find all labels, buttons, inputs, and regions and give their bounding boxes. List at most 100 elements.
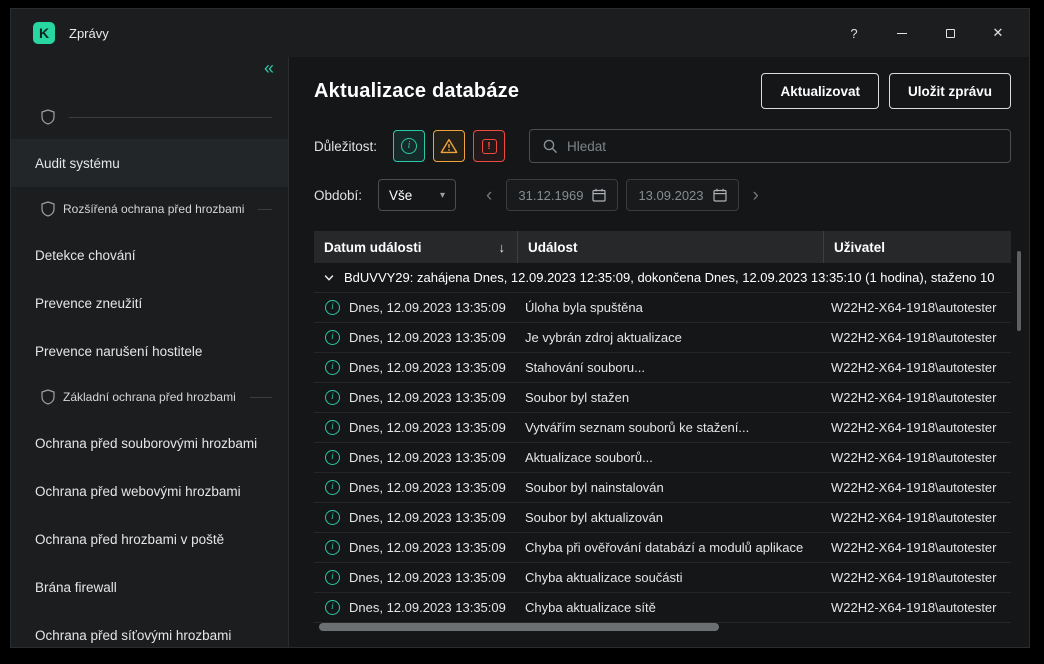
cell-event: Soubor byl stažen: [517, 383, 823, 412]
critical-icon: !: [482, 139, 497, 154]
info-icon: i: [325, 300, 340, 315]
table-row[interactable]: iDnes, 12.09.2023 13:35:09 Stahování soub…: [314, 353, 1011, 383]
date-from-field[interactable]: 31.12.1969: [506, 179, 618, 211]
table-row[interactable]: iDnes, 12.09.2023 13:35:09Chyba aktualiz…: [314, 593, 1011, 623]
cell-user: W22H2-X64-1918\autotester: [823, 533, 1011, 562]
column-header-date[interactable]: Datum události ↓: [314, 231, 517, 263]
search-input[interactable]: [567, 139, 998, 154]
search-icon: [542, 138, 558, 154]
table-body: iDnes, 12.09.2023 13:35:09Úloha byla spu…: [314, 293, 1011, 623]
table-row[interactable]: iDnes, 12.09.2023 13:35:09Aktualizace so…: [314, 443, 1011, 473]
cell-event: Chyba při ověřování databází a modulů ap…: [517, 533, 823, 562]
info-icon: i: [325, 510, 340, 525]
cell-date: iDnes, 12.09.2023 13:35:09: [314, 323, 517, 352]
cell-date: iDnes, 12.09.2023 13:35:09: [314, 443, 517, 472]
period-select[interactable]: Vše ▾: [378, 179, 456, 211]
event-user: W22H2-X64-1918\autotester: [831, 360, 996, 375]
cell-date: iDnes, 12.09.2023 13:35:09: [314, 593, 517, 622]
sidebar-item[interactable]: Ochrana před souborovými hrozbami: [11, 419, 288, 467]
event-user: W22H2-X64-1918\autotester: [831, 420, 996, 435]
cell-date: iDnes, 12.09.2023 13:35:09: [314, 293, 517, 322]
sidebar-item-label: Detekce chování: [35, 248, 136, 263]
app-window: K Zprávy ? ✕ « Audit systémuRozšířená oc…: [10, 8, 1030, 648]
close-button[interactable]: ✕: [983, 18, 1013, 48]
save-report-button[interactable]: Uložit zprávu: [889, 73, 1011, 109]
cell-event: Soubor byl nainstalován: [517, 473, 823, 502]
maximize-icon: [946, 29, 955, 38]
event-date: Dnes, 12.09.2023 13:35:09: [349, 330, 506, 345]
table-row[interactable]: iDnes, 12.09.2023 13:35:09Vytvářím sezna…: [314, 413, 1011, 443]
sidebar-item[interactable]: Detekce chování: [11, 231, 288, 279]
event-description: Soubor byl aktualizován: [525, 510, 663, 525]
column-header-date-label: Datum události: [324, 240, 422, 255]
sidebar-item[interactable]: Ochrana před síťovými hrozbami: [11, 611, 288, 647]
vertical-scrollbar[interactable]: [1017, 251, 1021, 331]
event-description: Stahování souboru...: [525, 360, 645, 375]
sidebar-item[interactable]: Prevence narušení hostitele: [11, 327, 288, 375]
sidebar-item[interactable]: Brána firewall: [11, 563, 288, 611]
sidebar-item-label: Ochrana před síťovými hrozbami: [35, 628, 231, 643]
close-icon: ✕: [993, 25, 1004, 41]
sidebar-section: Základní ochrana před hrozbami: [11, 375, 288, 419]
table-row[interactable]: iDnes, 12.09.2023 13:35:09Soubor byl nai…: [314, 473, 1011, 503]
sidebar-section-label: Rozšířená ochrana před hrozbami: [63, 202, 244, 216]
minimize-button[interactable]: [887, 18, 917, 48]
sidebar-item-label: Audit systému: [35, 156, 120, 171]
cell-user: W22H2-X64-1918\autotester: [823, 353, 1011, 382]
table-row[interactable]: iDnes, 12.09.2023 13:35:09Je vybrán zdro…: [314, 323, 1011, 353]
previous-period-button[interactable]: ‹: [486, 186, 492, 205]
table-row[interactable]: iDnes, 12.09.2023 13:35:09 Úloha byla spu…: [314, 293, 1011, 323]
help-button[interactable]: ?: [839, 18, 869, 48]
cell-date: iDnes, 12.09.2023 13:35:09: [314, 533, 517, 562]
table-row[interactable]: iDnes, 12.09.2023 13:35:09Chyba při ověř…: [314, 533, 1011, 563]
update-button[interactable]: Aktualizovat: [761, 73, 879, 109]
severity-warning-button[interactable]: [433, 130, 465, 162]
severity-critical-button[interactable]: !: [473, 130, 505, 162]
cell-event: Chyba aktualizace sítě: [517, 593, 823, 622]
event-description: Úloha byla spuštěna: [525, 300, 643, 315]
cell-event: Soubor byl aktualizován: [517, 503, 823, 532]
table-row[interactable]: iDnes, 12.09.2023 13:35:09Chyba aktualiz…: [314, 563, 1011, 593]
event-date: Dnes, 12.09.2023 13:35:09: [349, 540, 506, 555]
sidebar-item[interactable]: Prevence zneužití: [11, 279, 288, 327]
cell-event: Úloha byla spuštěna: [517, 293, 823, 322]
sidebar-item-label: Ochrana před hrozbami v poště: [35, 532, 224, 547]
next-period-button[interactable]: ›: [753, 186, 759, 205]
cell-event: Vytvářím seznam souborů ke stažení...: [517, 413, 823, 442]
task-group-row[interactable]: BdUVVY29: zahájena Dnes, 12.09.2023 12:3…: [314, 263, 1011, 293]
cell-user: W22H2-X64-1918\autotester: [823, 443, 1011, 472]
table-row[interactable]: iDnes, 12.09.2023 13:35:09Soubor byl akt…: [314, 503, 1011, 533]
date-to-field[interactable]: 13.09.2023: [626, 179, 738, 211]
severity-info-button[interactable]: i: [393, 130, 425, 162]
cell-event: Stahování souboru...: [517, 353, 823, 382]
sidebar-item[interactable]: Audit systému: [11, 139, 288, 187]
main-content: Aktualizace databáze Aktualizovat Uložit…: [289, 57, 1029, 647]
sidebar-item-label: Brána firewall: [35, 580, 117, 595]
sidebar-section: Rozšířená ochrana před hrozbami: [11, 187, 288, 231]
event-date: Dnes, 12.09.2023 13:35:09: [349, 390, 506, 405]
event-user: W22H2-X64-1918\autotester: [831, 600, 996, 615]
search-box[interactable]: [529, 129, 1011, 163]
cell-user: W22H2-X64-1918\autotester: [823, 383, 1011, 412]
sidebar-item[interactable]: Ochrana před hrozbami v poště: [11, 515, 288, 563]
table-row[interactable]: iDnes, 12.09.2023 13:35:09Soubor byl sta…: [314, 383, 1011, 413]
event-date: Dnes, 12.09.2023 13:35:09: [349, 600, 506, 615]
period-filter-row: Období: Vše ▾ ‹ 31.12.1969 13.09.: [314, 179, 1011, 211]
sidebar-item[interactable]: Ochrana před webovými hrozbami: [11, 467, 288, 515]
event-user: W22H2-X64-1918\autotester: [831, 390, 996, 405]
cell-date: iDnes, 12.09.2023 13:35:09: [314, 353, 517, 382]
horizontal-scrollbar[interactable]: [319, 623, 719, 631]
chevron-down-icon: ▾: [440, 190, 445, 201]
maximize-button[interactable]: [935, 18, 965, 48]
column-header-user[interactable]: Uživatel: [823, 231, 1011, 263]
column-header-event[interactable]: Událost: [517, 231, 823, 263]
sidebar-section: [11, 95, 288, 139]
warning-icon: [440, 138, 458, 154]
cell-event: Je vybrán zdroj aktualizace: [517, 323, 823, 352]
sidebar-collapse-button[interactable]: «: [264, 59, 274, 77]
importance-filter-row: Důležitost: i !: [314, 129, 1011, 163]
section-divider: [250, 397, 272, 398]
importance-label: Důležitost:: [314, 139, 377, 154]
shield-icon: [41, 201, 55, 217]
minimize-icon: [897, 33, 907, 34]
